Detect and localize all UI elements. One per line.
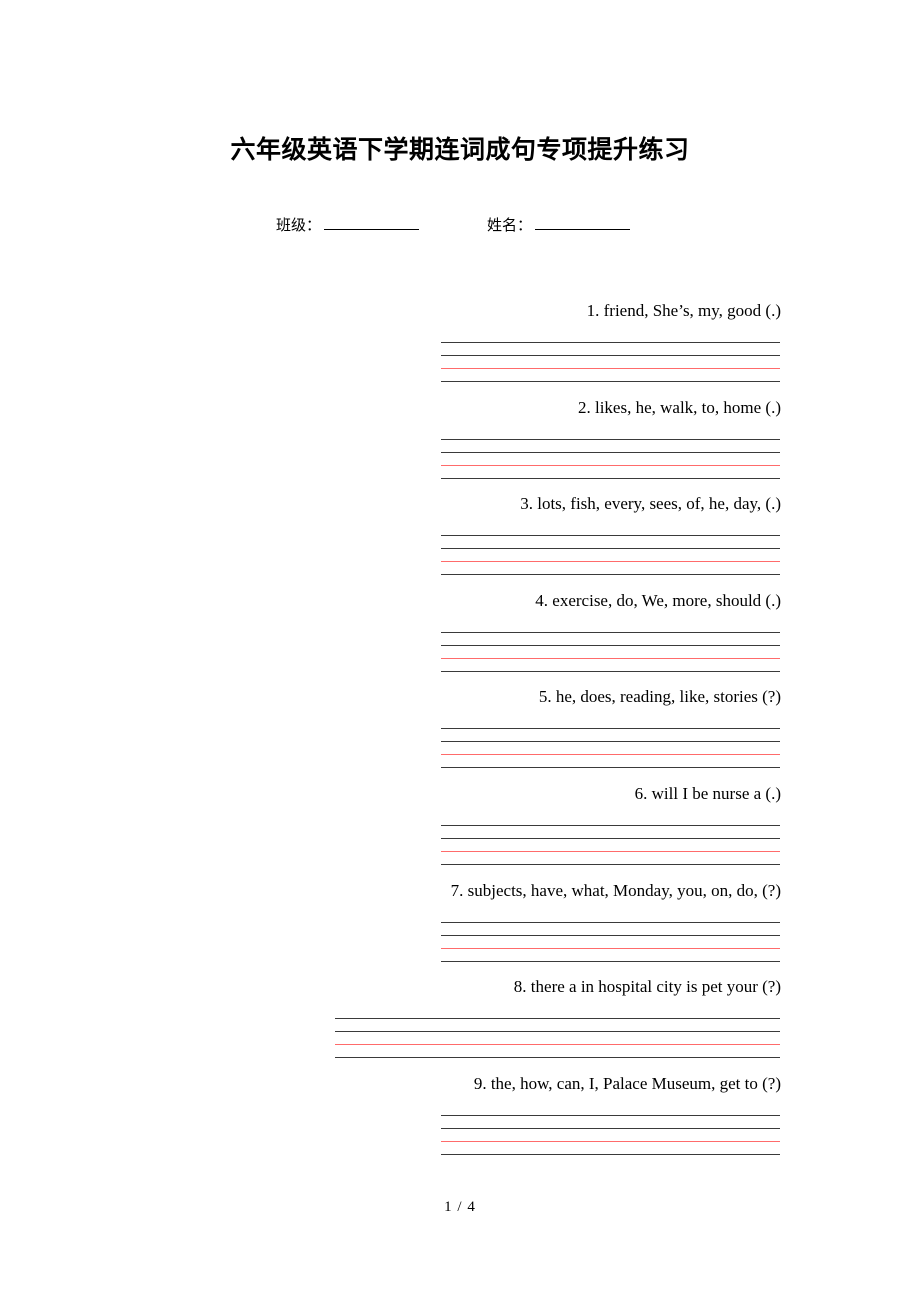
answer-writing-staff[interactable] (441, 724, 780, 769)
question-text: 3. lots, fish, every, sees, of, he, day,… (520, 494, 781, 514)
staff-rule-4 (441, 381, 780, 382)
question-text: 9. the, how, can, I, Palace Museum, get … (473, 1073, 781, 1093)
answer-writing-staff[interactable] (441, 918, 780, 962)
question-block: 2. likes, he, walk, to, home (.) (0, 397, 920, 494)
staff-rule-3 (441, 464, 780, 466)
staff-rule-4 (335, 1057, 780, 1059)
answer-writing-staff[interactable] (441, 435, 780, 479)
student-info-row: 班级： 姓名： (276, 214, 631, 235)
question-block: 4. exercise, do, We, more, should (.) (0, 590, 920, 687)
staff-rule-1 (441, 342, 780, 343)
staff-rule-3 (441, 368, 780, 369)
answer-writing-staff[interactable] (441, 821, 780, 865)
staff-rule-1 (441, 535, 780, 537)
staff-rule-4 (441, 1153, 780, 1155)
staff-rule-1 (335, 1018, 780, 1020)
staff-rule-1 (441, 728, 780, 730)
answer-writing-staff[interactable] (335, 1014, 780, 1059)
page-number: 1 / 4 (444, 1199, 476, 1215)
staff-rule-2 (441, 355, 780, 356)
staff-rule-2 (441, 644, 780, 646)
name-blank-line[interactable] (535, 214, 631, 230)
staff-rule-2 (441, 837, 780, 839)
class-blank-line[interactable] (324, 214, 420, 230)
staff-rule-4 (441, 574, 780, 576)
staff-rule-2 (441, 451, 780, 453)
staff-rule-2 (441, 741, 780, 743)
name-field: 姓名： (487, 214, 631, 235)
staff-rule-4 (441, 477, 780, 479)
staff-rule-2 (441, 1127, 780, 1129)
staff-rule-3 (441, 754, 780, 756)
question-block: 3. lots, fish, every, sees, of, he, day,… (0, 493, 920, 590)
staff-rule-1 (441, 921, 780, 923)
question-text: 6. will I be nurse a (.) (634, 783, 781, 803)
answer-writing-staff[interactable] (441, 338, 780, 382)
question-text: 4. exercise, do, We, more, should (.) (535, 590, 781, 610)
question-text: 7. subjects, have, what, Monday, you, on… (450, 880, 781, 900)
class-field: 班级： (276, 214, 420, 235)
question-block: 7. subjects, have, what, Monday, you, on… (0, 880, 920, 977)
staff-rule-2 (441, 934, 780, 936)
staff-rule-3 (441, 1140, 780, 1142)
staff-rule-4 (441, 767, 780, 769)
staff-rule-3 (441, 850, 780, 852)
question-text: 5. he, does, reading, like, stories (?) (538, 687, 781, 707)
name-label: 姓名： (487, 217, 533, 234)
staff-rule-4 (441, 960, 780, 962)
worksheet-page: 六年级英语下学期连词成句专项提升练习 班级： 姓名： 1. friend, Sh… (0, 0, 920, 1302)
class-label: 班级： (276, 217, 322, 234)
staff-rule-1 (441, 824, 780, 826)
question-text: 1. friend, She’s, my, good (.) (586, 301, 781, 320)
staff-rule-4 (441, 863, 780, 865)
answer-writing-staff[interactable] (441, 531, 780, 576)
staff-rule-1 (441, 1114, 780, 1116)
answer-writing-staff[interactable] (441, 628, 780, 672)
staff-rule-2 (441, 548, 780, 550)
question-block: 1. friend, She’s, my, good (.) (0, 300, 920, 397)
staff-rule-4 (441, 670, 780, 672)
page-title: 六年级英语下学期连词成句专项提升练习 (230, 135, 690, 164)
staff-rule-3 (335, 1044, 780, 1046)
question-block: 6. will I be nurse a (.) (0, 783, 920, 880)
question-block: 9. the, how, can, I, Palace Museum, get … (0, 1073, 920, 1170)
staff-rule-2 (335, 1031, 780, 1033)
staff-rule-1 (441, 631, 780, 633)
staff-rule-3 (441, 947, 780, 949)
staff-rule-1 (441, 438, 780, 440)
answer-writing-staff[interactable] (441, 1111, 780, 1155)
staff-rule-3 (441, 561, 780, 563)
question-block: 5. he, does, reading, like, stories (?) (0, 686, 920, 783)
question-text: 2. likes, he, walk, to, home (.) (577, 397, 781, 417)
question-text: 8. there a in hospital city is pet your … (513, 977, 781, 997)
question-block: 8. there a in hospital city is pet your … (0, 976, 920, 1073)
staff-rule-3 (441, 657, 780, 659)
questions-list: 1. friend, She’s, my, good (.) 2. likes, … (0, 300, 920, 1169)
